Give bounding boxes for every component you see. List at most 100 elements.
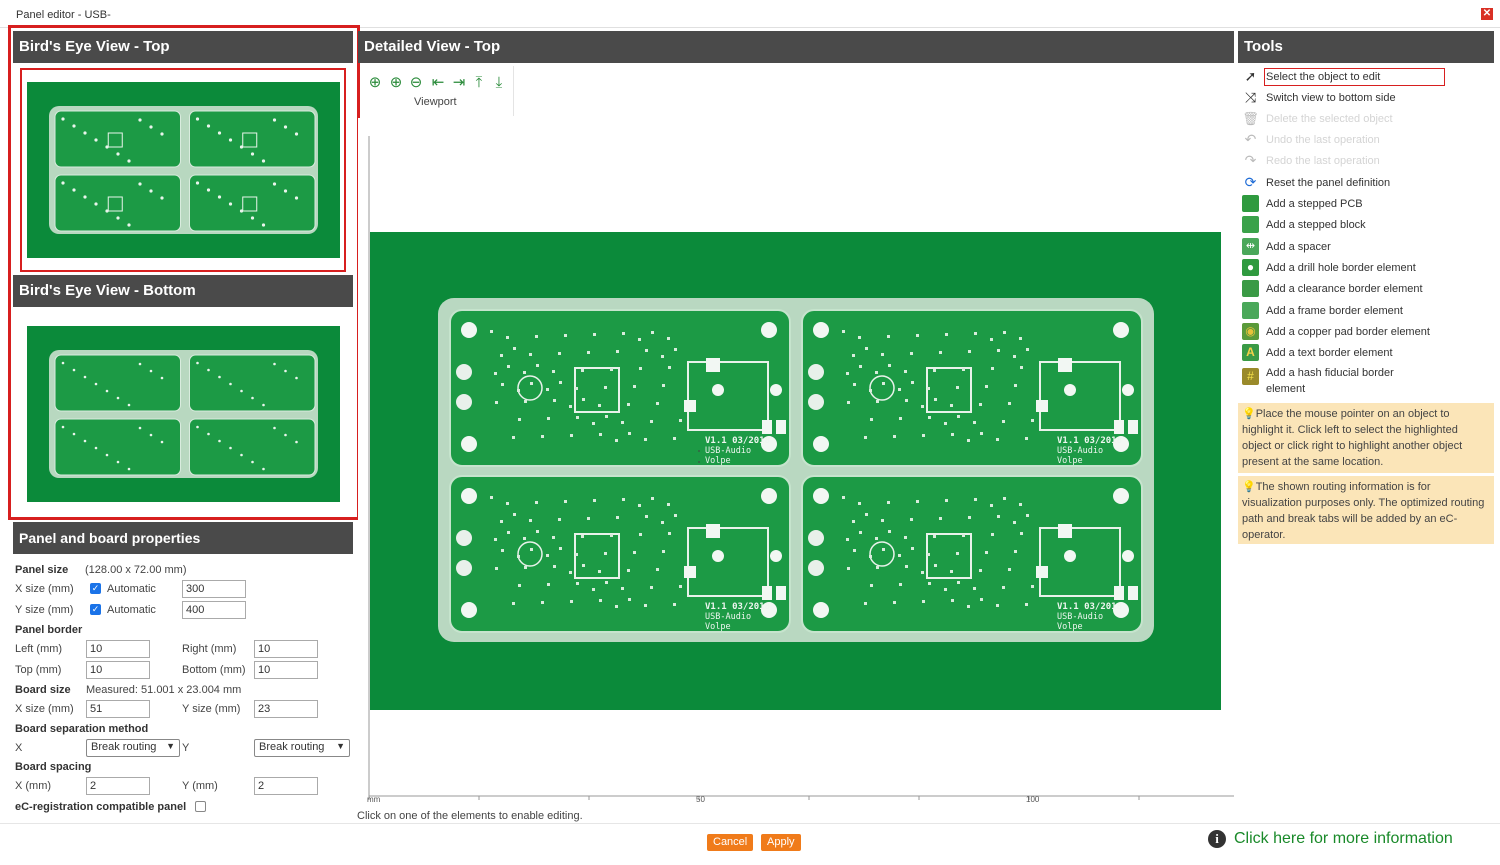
mounting-hole bbox=[813, 322, 829, 338]
y-size-auto-checkbox[interactable]: ✓ bbox=[90, 604, 101, 615]
smd-pad bbox=[996, 604, 999, 607]
separation-y-select[interactable]: Break routing ▼ bbox=[254, 739, 350, 757]
detailed-view-svg[interactable]: V1.1 03/2018USB-AudioVolpeV1.1 03/2018US… bbox=[358, 118, 1250, 808]
spacing-x-label: X (mm) bbox=[15, 780, 52, 792]
redo-icon: ↷ bbox=[1244, 152, 1257, 168]
smd-pad bbox=[859, 531, 862, 534]
smd-pad bbox=[547, 417, 550, 420]
spacing-x-input[interactable] bbox=[86, 777, 150, 795]
smd-pad bbox=[661, 355, 664, 358]
board-name-label: USB-Audio bbox=[1057, 446, 1103, 456]
zoom-in-icon[interactable]: ⊕ bbox=[387, 74, 405, 92]
ec-registration-checkbox[interactable] bbox=[195, 801, 206, 812]
smd-pad bbox=[893, 601, 896, 604]
smd-pad bbox=[507, 531, 510, 534]
smd-pad bbox=[842, 330, 845, 333]
border-bottom-input[interactable] bbox=[254, 661, 318, 679]
smd-pad bbox=[1020, 366, 1023, 369]
border-left-input[interactable] bbox=[86, 640, 150, 658]
board-x-size-input[interactable] bbox=[86, 700, 150, 718]
align-left-icon[interactable]: ⇤ bbox=[429, 74, 447, 92]
smd-pad bbox=[905, 399, 908, 402]
x-size-input[interactable] bbox=[182, 580, 246, 598]
smd-pad bbox=[967, 605, 970, 608]
detailed-canvas[interactable]: V1.1 03/2018 USB-Audio Volpe V1.1 03/2018 US… bbox=[358, 118, 1250, 808]
smd-pad bbox=[507, 365, 510, 368]
smd-pad bbox=[957, 581, 960, 584]
smd-pad bbox=[922, 600, 925, 603]
border-top-input[interactable] bbox=[86, 661, 150, 679]
smd-pad bbox=[962, 368, 965, 371]
smd-pad bbox=[615, 439, 618, 442]
usb-pad bbox=[456, 530, 472, 546]
connector-pad bbox=[1114, 420, 1124, 434]
more-info-text[interactable]: Click here for more information bbox=[1234, 830, 1453, 848]
smd-pad bbox=[644, 438, 647, 441]
border-right-input[interactable] bbox=[254, 640, 318, 658]
board-name-label: USB-Audio bbox=[705, 612, 751, 622]
smd-pad bbox=[887, 335, 890, 338]
smd-pad bbox=[553, 399, 556, 402]
tool-spacer-label: Add a spacer bbox=[1266, 241, 1331, 253]
smd-pad bbox=[621, 587, 624, 590]
window-title: Panel editor - USB- bbox=[16, 9, 111, 21]
align-top-icon[interactable]: ⤒ bbox=[470, 74, 488, 92]
tool-drill-hole-label: Add a drill hole border element bbox=[1266, 262, 1416, 274]
birds-eye-bottom-header: Bird's Eye View - Bottom bbox=[13, 275, 353, 307]
apply-button[interactable]: Apply bbox=[761, 834, 801, 851]
viewport-toolbar: ⊕ ⊕ ⊖ ⇤ ⇥ ⤒ ⤓ Viewport bbox=[362, 66, 514, 116]
birds-eye-top-view[interactable] bbox=[27, 82, 340, 258]
smd-pad bbox=[674, 348, 677, 351]
smd-pad bbox=[939, 517, 942, 520]
smd-pad bbox=[945, 499, 948, 502]
y-size-input[interactable] bbox=[182, 601, 246, 619]
mounting-hole bbox=[813, 488, 829, 504]
separation-x-select[interactable]: Break routing ▼ bbox=[86, 739, 180, 757]
x-size-auto-checkbox[interactable]: ✓ bbox=[90, 583, 101, 594]
tool-select[interactable]: ➚ Select the object to edit bbox=[1240, 67, 1490, 87]
smd-pad bbox=[928, 582, 931, 585]
smd-pad bbox=[598, 570, 601, 573]
mounting-hole bbox=[461, 488, 477, 504]
smd-pad bbox=[853, 383, 856, 386]
zoom-fit-icon[interactable]: ⊕ bbox=[366, 74, 384, 92]
board-y-size-input[interactable] bbox=[254, 700, 318, 718]
align-right-icon[interactable]: ⇥ bbox=[450, 74, 468, 92]
connector-pin bbox=[770, 550, 782, 562]
smd-pad bbox=[847, 401, 850, 404]
smd-pad bbox=[500, 354, 503, 357]
cancel-button[interactable]: Cancel bbox=[707, 834, 754, 851]
smd-pad bbox=[865, 347, 868, 350]
smd-pad bbox=[974, 332, 977, 335]
smd-pad bbox=[559, 381, 562, 384]
smd-pad bbox=[916, 500, 919, 503]
zoom-out-icon[interactable]: ⊖ bbox=[407, 74, 425, 92]
smd-pad bbox=[552, 370, 555, 373]
birds-eye-bottom-view[interactable] bbox=[27, 326, 340, 502]
smd-pad bbox=[638, 338, 641, 341]
trash-icon: 🗑 bbox=[1242, 111, 1259, 126]
smd-pad bbox=[651, 497, 654, 500]
stepped-pcb-icon bbox=[1242, 195, 1259, 212]
smd-pad bbox=[622, 332, 625, 335]
smd-pad bbox=[633, 385, 636, 388]
connector-pad bbox=[706, 358, 720, 372]
smd-pad bbox=[569, 571, 572, 574]
smd-pad bbox=[951, 599, 954, 602]
smd-pad bbox=[622, 498, 625, 501]
close-icon[interactable]: ✕ bbox=[1481, 8, 1493, 20]
smd-pad bbox=[569, 405, 572, 408]
spacing-y-input[interactable] bbox=[254, 777, 318, 795]
smd-pad bbox=[530, 382, 533, 385]
tool-switch-view-label: Switch view to bottom side bbox=[1266, 92, 1396, 104]
clearance-icon bbox=[1242, 280, 1259, 297]
smd-pad bbox=[980, 598, 983, 601]
smd-pad bbox=[599, 433, 602, 436]
board-y-size-label: Y size (mm) bbox=[182, 703, 241, 715]
align-bottom-icon[interactable]: ⤓ bbox=[490, 74, 508, 92]
tools-header: Tools bbox=[1238, 31, 1494, 63]
smd-pad bbox=[587, 351, 590, 354]
smd-pad bbox=[501, 383, 504, 386]
tool-hash-fiducial-label-2: element bbox=[1266, 383, 1306, 395]
tool-frame-label: Add a frame border element bbox=[1266, 305, 1403, 317]
